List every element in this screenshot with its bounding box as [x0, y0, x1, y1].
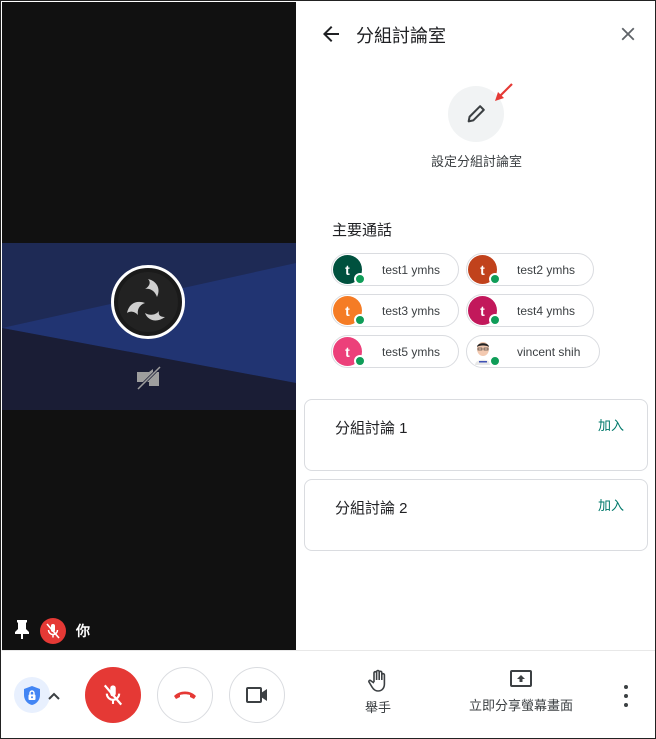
participant-chip[interactable]: t test4 ymhs	[466, 294, 594, 327]
participant-name: test1 ymhs	[382, 263, 441, 277]
arrow-back-icon	[323, 26, 339, 42]
video-camera-icon	[246, 687, 267, 703]
close-button[interactable]	[617, 23, 639, 45]
participant-chip[interactable]: vincent shih	[466, 335, 600, 368]
self-name: 你	[76, 623, 90, 639]
participant-chip[interactable]: t test3 ymhs	[331, 294, 459, 327]
panel-title: 分組討論室	[356, 26, 446, 46]
present-screen-icon	[510, 670, 532, 687]
participant-name: vincent shih	[517, 345, 581, 359]
online-status-icon	[489, 314, 501, 326]
room-name: 分組討論 2	[335, 500, 408, 517]
raise-hand-icon	[368, 669, 386, 692]
online-status-icon	[489, 273, 501, 285]
participant-name: test2 ymhs	[517, 263, 576, 277]
camera-toggle-button[interactable]	[229, 667, 285, 723]
mic-off-icon	[103, 684, 123, 706]
present-now-label: 立即分享螢幕畫面	[469, 698, 574, 713]
join-room-button[interactable]: 加入	[598, 495, 624, 514]
mic-toggle-button[interactable]	[85, 667, 141, 723]
participant-chip[interactable]: t test5 ymhs	[331, 335, 459, 368]
hang-up-icon	[174, 691, 196, 699]
participant-name: test3 ymhs	[382, 304, 441, 318]
participant-chip-list: t test1 ymhs t test2 ymhs t test3 ymhs t…	[331, 253, 631, 368]
self-label-bar: 你	[14, 618, 90, 644]
video-stage: 你	[2, 2, 296, 650]
host-controls-button[interactable]	[14, 677, 50, 713]
participant-chip[interactable]: t test2 ymhs	[466, 253, 594, 286]
raise-hand-button[interactable]: 舉手	[365, 669, 391, 716]
annotation-arrow-icon	[495, 83, 513, 101]
more-vert-dot	[624, 703, 628, 707]
obs-logo-icon	[111, 265, 185, 339]
call-toolbar: 舉手 立即分享螢幕畫面	[2, 650, 655, 738]
online-status-icon	[354, 355, 366, 367]
online-status-icon	[354, 314, 366, 326]
pencil-icon	[467, 105, 485, 123]
raise-hand-label: 舉手	[365, 700, 392, 715]
shield-lock-icon	[24, 685, 40, 705]
more-vert-icon	[624, 685, 628, 689]
mic-muted-badge-icon	[40, 618, 66, 644]
setup-breakout-label: 設定分組討論室	[430, 154, 522, 169]
room-name: 分組討論 1	[335, 420, 408, 437]
back-button[interactable]	[319, 22, 343, 46]
present-now-button[interactable]: 立即分享螢幕畫面	[469, 669, 573, 714]
camera-off-icon	[135, 366, 163, 395]
pin-icon[interactable]	[14, 619, 30, 644]
breakout-room-card: 分組討論 1 加入	[304, 399, 648, 471]
participant-chip[interactable]: t test1 ymhs	[331, 253, 459, 286]
participant-name: test4 ymhs	[517, 304, 576, 318]
close-icon	[621, 27, 635, 41]
main-call-title: 主要通話	[332, 222, 393, 239]
online-status-icon	[489, 355, 501, 367]
join-room-button[interactable]: 加入	[598, 415, 624, 434]
participant-tile[interactable]	[2, 243, 296, 410]
online-status-icon	[354, 273, 366, 285]
breakout-rooms-panel: 分組討論室 設定分組討論室 主要通話 t test1 ymhs t test2 …	[297, 2, 655, 650]
chevron-up-icon[interactable]	[48, 687, 60, 705]
panel-header: 分組討論室	[297, 2, 655, 66]
more-options-button[interactable]	[618, 685, 634, 707]
participant-name: test5 ymhs	[382, 345, 441, 359]
more-vert-dot	[624, 694, 628, 698]
meet-window: 你 分組討論室 設定分組討論室 主要通話 t test1 ymhs t test…	[0, 0, 656, 739]
breakout-room-card: 分組討論 2 加入	[304, 479, 648, 551]
leave-call-button[interactable]	[157, 667, 213, 723]
